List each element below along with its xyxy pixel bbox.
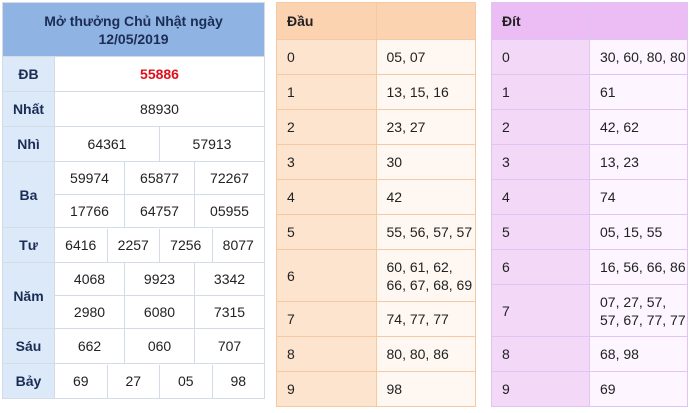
results-table: Mở thưởng Chủ Nhật ngày 12/05/2019 ĐB 55…	[2, 2, 265, 399]
dau-key: 0	[276, 39, 377, 75]
prize-label-db: ĐB	[2, 56, 55, 92]
dit-key: 7	[491, 284, 590, 337]
dit-key: 3	[491, 144, 590, 180]
prize-value-ba: 17766	[54, 194, 125, 228]
prize-label-bay: Bảy	[2, 363, 55, 399]
prize-value-tu: 7256	[160, 228, 213, 262]
dau-values: 05, 07	[375, 39, 476, 75]
dau-values: 98	[375, 371, 476, 407]
prize-row-bay: 69 27 05 98	[54, 363, 265, 399]
prize-row-tu: 6416 2257 7256 8077	[54, 227, 265, 263]
dau-values: 42	[375, 179, 476, 215]
prize-label-sau: Sáu	[2, 328, 55, 364]
dau-values: 30	[375, 144, 476, 180]
prize-label-nhi: Nhì	[2, 126, 55, 162]
prize-value-bay: 69	[55, 364, 108, 398]
prize-value-sau: 707	[194, 328, 265, 364]
prize-value-sau: 662	[54, 328, 125, 364]
dit-values: 07, 27, 57, 57, 67, 77, 77	[589, 284, 688, 337]
dit-key: 6	[491, 249, 590, 285]
dit-key: 1	[491, 74, 590, 110]
dit-key: 4	[491, 179, 590, 215]
prize-value-ba: 65877	[124, 161, 195, 195]
results-title: Mở thưởng Chủ Nhật ngày 12/05/2019	[2, 2, 265, 57]
dau-key: 1	[276, 74, 377, 110]
prize-value-ba: 05955	[194, 194, 265, 228]
prize-value-nhi: 57913	[159, 126, 265, 162]
prize-value-nhat: 88930	[54, 91, 265, 127]
dau-values: 74, 77, 77	[375, 301, 476, 337]
prize-value-ba: 59974	[54, 161, 125, 195]
dit-key: 8	[491, 336, 590, 372]
prize-value-tu: 6416	[55, 228, 108, 262]
dit-values: 69	[589, 371, 688, 407]
dit-header-blank	[589, 2, 688, 40]
prize-value-db: 55886	[54, 56, 265, 92]
prize-value-ba: 72267	[194, 161, 265, 195]
dit-key: 5	[491, 214, 590, 250]
prize-value-tu: 8077	[222, 236, 254, 253]
dit-values: 16, 56, 66, 86	[589, 249, 688, 285]
dit-values: 13, 23	[589, 144, 688, 180]
prize-value-ba: 64757	[124, 194, 195, 228]
dau-key: 6	[276, 249, 377, 302]
prize-value-bay: 27	[108, 364, 160, 398]
dau-key: 2	[276, 109, 377, 145]
prize-value-nam: 9923	[124, 262, 195, 296]
dit-header: Đít	[491, 2, 590, 40]
dit-values: 30, 60, 80, 80	[589, 39, 688, 75]
prize-value-bay: 05	[160, 364, 213, 398]
prize-value-tu: 2257	[108, 228, 160, 262]
dau-key: 3	[276, 144, 377, 180]
dau-values: 55, 56, 57, 57	[375, 214, 476, 250]
dit-key: 0	[491, 39, 590, 75]
dit-table: Đít 0 30, 60, 80, 80 1 61 2 42, 62 3 13, 23 …	[491, 2, 688, 407]
dau-key: 5	[276, 214, 377, 250]
prize-value-bay: 98	[230, 372, 247, 389]
dau-values: 23, 27	[375, 109, 476, 145]
dit-values: 42, 62	[589, 109, 688, 145]
results-title-line1: Mở thưởng Chủ Nhật ngày	[44, 12, 223, 29]
dit-values: 68, 98	[589, 336, 688, 372]
dau-header: Đầu	[276, 2, 377, 40]
dau-key: 7	[276, 301, 377, 337]
dit-key: 2	[491, 109, 590, 145]
prize-label-nhat: Nhất	[2, 91, 55, 127]
prize-value-nam: 2980	[54, 295, 125, 329]
prize-value-nam: 6080	[124, 295, 195, 329]
results-title-date: 12/05/2019	[98, 30, 169, 47]
prize-value-nhi: 64361	[54, 126, 160, 162]
prize-value-sau: 060	[124, 328, 195, 364]
prize-value-nam: 3342	[194, 262, 265, 296]
dau-table: Đầu 0 05, 07 1 13, 15, 16 2 23, 27 3 30 4 42 …	[276, 2, 476, 407]
prize-value-nam: 7315	[194, 295, 265, 329]
prize-value-nam: 4068	[54, 262, 125, 296]
prize-label-nam: Năm	[2, 262, 55, 329]
dit-values: 05, 15, 55	[589, 214, 688, 250]
dau-values: 13, 15, 16	[375, 74, 476, 110]
dit-key: 9	[491, 371, 590, 407]
dau-values: 80, 80, 86	[375, 336, 476, 372]
dau-key: 8	[276, 336, 377, 372]
prize-label-ba: Ba	[2, 161, 55, 228]
prize-label-tu: Tư	[2, 227, 55, 263]
dau-key: 9	[276, 371, 377, 407]
dau-values: 60, 61, 62, 66, 67, 68, 69	[375, 249, 476, 302]
dit-values: 74	[589, 179, 688, 215]
dit-values: 61	[589, 74, 688, 110]
dau-key: 4	[276, 179, 377, 215]
dau-header-blank	[375, 2, 476, 40]
